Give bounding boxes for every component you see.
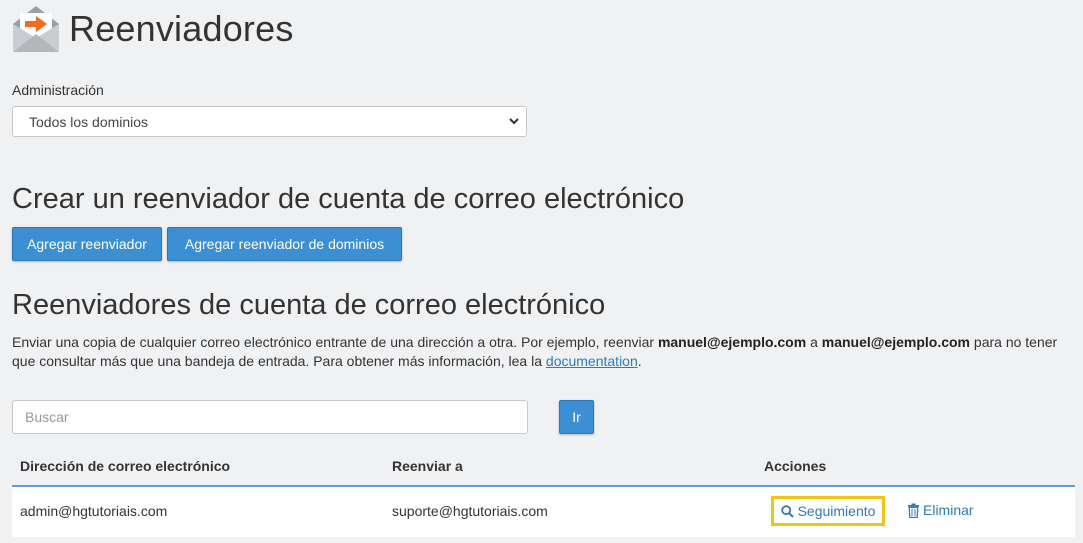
- column-header-actions: Acciones: [764, 458, 827, 474]
- description-text-1: Enviar una copia de cualquier correo ele…: [12, 334, 658, 350]
- row-forward-to: suporte@hgtutoriais.com: [392, 503, 548, 519]
- page-title: Reenviadores: [69, 8, 294, 49]
- table-header: Dirección de correo electrónico Reenviar…: [12, 449, 1075, 487]
- add-domain-forwarder-button[interactable]: Agregar reenviador de dominios: [167, 227, 402, 261]
- track-button[interactable]: Seguimiento: [771, 496, 885, 526]
- list-section-title: Reenviadores de cuenta de correo electró…: [12, 289, 606, 321]
- example-from-email: manuel@ejemplo.com: [657, 334, 807, 350]
- create-section-title: Crear un reenviador de cuenta de correo …: [12, 183, 685, 215]
- domain-select[interactable]: Todos los dominios: [12, 106, 527, 137]
- page-header: Reenviadores: [11, 4, 294, 54]
- search-icon: [780, 504, 794, 518]
- trash-icon: [908, 503, 919, 518]
- search-go-button[interactable]: Ir: [559, 400, 594, 434]
- section-description: Enviar una copia de cualquier correo ele…: [12, 333, 1075, 371]
- description-text-2: a: [806, 334, 822, 350]
- documentation-link[interactable]: documentation: [546, 353, 638, 369]
- column-header-address: Dirección de correo electrónico: [20, 458, 231, 474]
- track-label: Seguimiento: [797, 503, 876, 519]
- mail-forward-icon: [13, 6, 59, 52]
- search-input[interactable]: [12, 400, 528, 434]
- row-email-address: admin@hgtutoriais.com: [20, 503, 168, 519]
- example-to-email: manuel@ejemplo.com: [821, 334, 971, 350]
- column-header-forward-to: Reenviar a: [392, 458, 463, 474]
- description-text-4: .: [637, 353, 642, 369]
- table-row: admin@hgtutoriais.com suporte@hgtutoriai…: [12, 487, 1075, 537]
- add-forwarder-button[interactable]: Agregar reenviador: [12, 227, 162, 261]
- delete-label: Eliminar: [923, 502, 974, 518]
- domain-select-value: Todos los dominios: [29, 113, 149, 130]
- chevron-down-icon: [509, 118, 519, 125]
- management-label: Administración: [12, 82, 104, 98]
- delete-button[interactable]: Eliminar: [907, 502, 974, 518]
